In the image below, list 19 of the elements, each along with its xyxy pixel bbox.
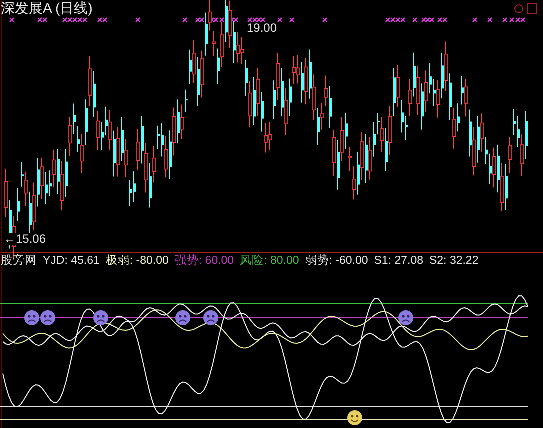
indicator-reading: 风险: 80.00: [240, 256, 300, 268]
high-price-label: 19.00: [247, 22, 278, 34]
sad-face-icon: [175, 310, 191, 326]
sad-face-icon: [93, 310, 109, 326]
indicator-reading: S2: 32.22: [429, 256, 479, 268]
indicator-name: 股旁网: [1, 256, 37, 268]
indicator-reading: 极弱: -80.00: [106, 256, 169, 268]
chart-title: 深发展A (日线): [1, 1, 93, 15]
sad-face-icon: [203, 310, 219, 326]
window-controls-icon: [514, 3, 540, 15]
smiley-face-icon: [347, 410, 363, 426]
sad-face-icon: [398, 310, 414, 326]
sad-face-icon: [40, 310, 56, 326]
low-price-label: ←15.06: [4, 233, 46, 245]
indicator-reading: 强势: 60.00: [174, 256, 234, 268]
indicator-reading: S1: 27.08: [374, 256, 424, 268]
sad-face-icon: [24, 310, 40, 326]
indicator-reading: YJD: 45.61: [43, 256, 100, 268]
indicator-reading: 弱势: -60.00: [305, 256, 368, 268]
